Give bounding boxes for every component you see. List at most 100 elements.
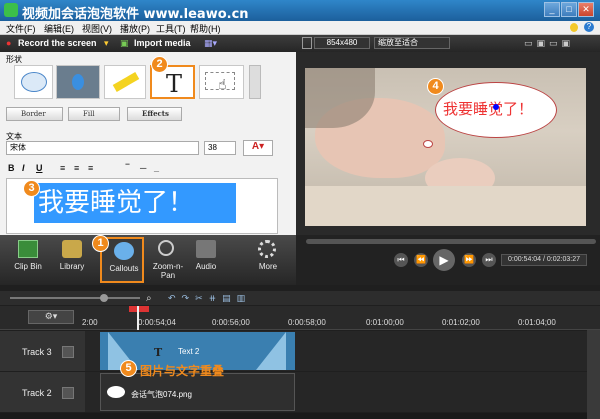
step-badge-3: 3 bbox=[23, 180, 40, 197]
timeline-horizontal-scrollbar[interactable] bbox=[0, 413, 587, 419]
audio-tool[interactable]: Audio bbox=[184, 237, 228, 283]
title-bar: 视频加会话泡泡软件 www.leawo.cn _ □ ✕ bbox=[0, 0, 600, 22]
ruler-tick: 0:00:58;00 bbox=[288, 318, 326, 327]
video-preview: 我要睡觉了！ 4 bbox=[305, 68, 586, 226]
overlap-note: 图片与文字重叠 bbox=[140, 364, 225, 378]
text-tool-icon: T bbox=[166, 70, 183, 98]
tip-icon[interactable] bbox=[570, 23, 578, 32]
fill-button[interactable]: Fill bbox=[68, 107, 120, 121]
center-handle[interactable] bbox=[493, 104, 499, 110]
import-icon: ▣ bbox=[120, 38, 129, 48]
step-badge-4: 4 bbox=[427, 78, 444, 95]
track-row: Track 2 会话气泡074.png bbox=[0, 372, 600, 412]
valign-bottom-button[interactable]: _ bbox=[154, 163, 159, 175]
shape-section-label: 形状 bbox=[6, 55, 22, 64]
produce-icon[interactable]: ▦▾ bbox=[204, 38, 217, 49]
ruler-tick: 0:00:54;04 bbox=[138, 318, 176, 327]
menu-play[interactable]: 播放(P) bbox=[120, 22, 150, 35]
resolution-select[interactable]: 854x480 bbox=[314, 37, 370, 49]
window-title: 视频加会话泡泡软件 www.leawo.cn bbox=[22, 7, 249, 22]
zoom-slider-thumb[interactable] bbox=[100, 294, 108, 302]
zoom-select[interactable]: 缩放至适合 bbox=[374, 37, 450, 49]
help-icon[interactable]: ? bbox=[584, 22, 594, 32]
prev-clip-button[interactable]: ⏮ bbox=[394, 253, 408, 267]
shape-bubble-drop[interactable] bbox=[56, 65, 100, 99]
image-clip-label: 会话气泡074.png bbox=[131, 390, 192, 399]
valign-middle-button[interactable]: ─ bbox=[140, 163, 146, 175]
font-name-select[interactable]: 宋体 bbox=[6, 141, 199, 155]
text-clip-icon: T bbox=[154, 346, 163, 359]
callout-text-selection[interactable]: 我要睡觉了！ bbox=[34, 183, 236, 223]
main-toolbar: ● Record the screen ▾ ▣ Import media ▦▾ bbox=[0, 35, 296, 52]
more-tool[interactable]: More bbox=[246, 237, 290, 283]
shape-scroll[interactable] bbox=[249, 65, 261, 99]
minimize-button[interactable]: _ bbox=[544, 2, 560, 17]
ruler-tick: 0:00:56;00 bbox=[212, 318, 250, 327]
menu-help[interactable]: 帮助(H) bbox=[190, 22, 221, 35]
rewind-button[interactable]: ⏪ bbox=[414, 253, 428, 267]
zoom-icon[interactable]: ⌕ bbox=[146, 293, 152, 304]
clip-bin-tool[interactable]: Clip Bin bbox=[6, 237, 50, 283]
track-name: Track 3 bbox=[22, 347, 52, 357]
menu-view[interactable]: 视图(V) bbox=[82, 22, 112, 35]
align-center-button[interactable]: ≡ bbox=[74, 163, 79, 175]
menu-bar: 文件(F) 编辑(E) 视图(V) 播放(P) 工具(T) 帮助(H) ? bbox=[0, 21, 600, 35]
maximize-button[interactable]: □ bbox=[561, 2, 577, 17]
effects-button[interactable]: Effects bbox=[127, 107, 182, 121]
forward-button[interactable]: ⏩ bbox=[462, 253, 476, 267]
next-clip-button[interactable]: ⏭ bbox=[482, 253, 496, 267]
shape-hotspot[interactable]: ☝ bbox=[199, 65, 244, 99]
track-header: Track 3 bbox=[0, 331, 85, 371]
ruler-tick: 0:01:04;00 bbox=[518, 318, 556, 327]
text-clip-label: Text 2 bbox=[178, 347, 200, 356]
shape-highlight[interactable] bbox=[104, 65, 146, 99]
record-screen-button[interactable]: Record the screen bbox=[18, 38, 97, 48]
menu-file[interactable]: 文件(F) bbox=[6, 22, 36, 35]
zoom-slider[interactable] bbox=[10, 297, 140, 299]
timeline-vertical-scrollbar[interactable] bbox=[587, 330, 600, 419]
step-badge-1: 1 bbox=[92, 235, 109, 252]
cloud-thumbnail-icon bbox=[107, 386, 125, 398]
underline-button[interactable]: U bbox=[36, 163, 43, 175]
ruler-tick: 0:01:00;00 bbox=[366, 318, 404, 327]
border-button[interactable]: Border bbox=[6, 107, 63, 121]
preview-toolbar: 854x480 缩放至适合 ▭▣▭▣ bbox=[296, 35, 600, 52]
chevron-down-icon[interactable]: ▾ bbox=[104, 38, 109, 49]
track-lock-button[interactable] bbox=[62, 346, 74, 358]
align-right-button[interactable]: ≡ bbox=[88, 163, 93, 175]
menu-edit[interactable]: 编辑(E) bbox=[44, 22, 74, 35]
task-tool-strip: Clip Bin Library Callouts Zoom-n-Pan Aud… bbox=[0, 235, 296, 285]
track-lock-button[interactable] bbox=[62, 387, 74, 399]
play-button[interactable]: ▶ bbox=[433, 249, 455, 271]
preview-view-icons[interactable]: ▭▣▭▣ bbox=[524, 38, 588, 49]
font-size-select[interactable]: 38 bbox=[204, 141, 236, 155]
bold-button[interactable]: B bbox=[8, 163, 15, 175]
track-settings-button[interactable]: ⚙▾ bbox=[28, 310, 74, 324]
font-color-button[interactable]: A▾ bbox=[243, 140, 273, 156]
playhead-line bbox=[137, 306, 139, 330]
close-button[interactable]: ✕ bbox=[578, 2, 594, 17]
bubble-tail bbox=[423, 140, 433, 148]
crop-icon[interactable] bbox=[302, 37, 312, 49]
ruler-tick: 2:00 bbox=[82, 318, 98, 327]
shape-bubble-cloud[interactable] bbox=[14, 65, 53, 99]
track-name: Track 2 bbox=[22, 388, 52, 398]
library-tool[interactable]: Library bbox=[50, 237, 94, 283]
track-row: Track 3 T Text 2 bbox=[0, 331, 600, 371]
time-readout: 0:00:54:04 / 0:02:03:27 bbox=[501, 254, 587, 266]
hand-cursor-icon: ☝ bbox=[218, 76, 227, 92]
timeline-edit-icons[interactable]: ↶↷✂⧺▤▥ bbox=[168, 293, 318, 303]
player-controls: ⏮ ⏪ ▶ ⏩ ⏭ 0:00:54:04 / 0:02:03:27 bbox=[296, 235, 600, 285]
align-left-button[interactable]: ≡ bbox=[60, 163, 65, 175]
italic-button[interactable]: I bbox=[22, 163, 25, 175]
menu-tools[interactable]: 工具(T) bbox=[156, 22, 186, 35]
import-media-button[interactable]: Import media bbox=[134, 38, 191, 48]
record-icon: ● bbox=[6, 38, 12, 48]
step-badge-2: 2 bbox=[151, 56, 168, 73]
timeline-ruler: ⚙▾ 2:00 0:00:54;04 0:00:56;00 0:00:58;00… bbox=[0, 306, 600, 330]
playhead-marker[interactable] bbox=[129, 306, 149, 312]
bubble-text: 我要睡觉了！ bbox=[443, 100, 534, 118]
valign-top-button[interactable]: ‾ bbox=[126, 163, 129, 175]
blanket bbox=[305, 186, 586, 226]
playback-scrubber[interactable] bbox=[306, 239, 596, 244]
